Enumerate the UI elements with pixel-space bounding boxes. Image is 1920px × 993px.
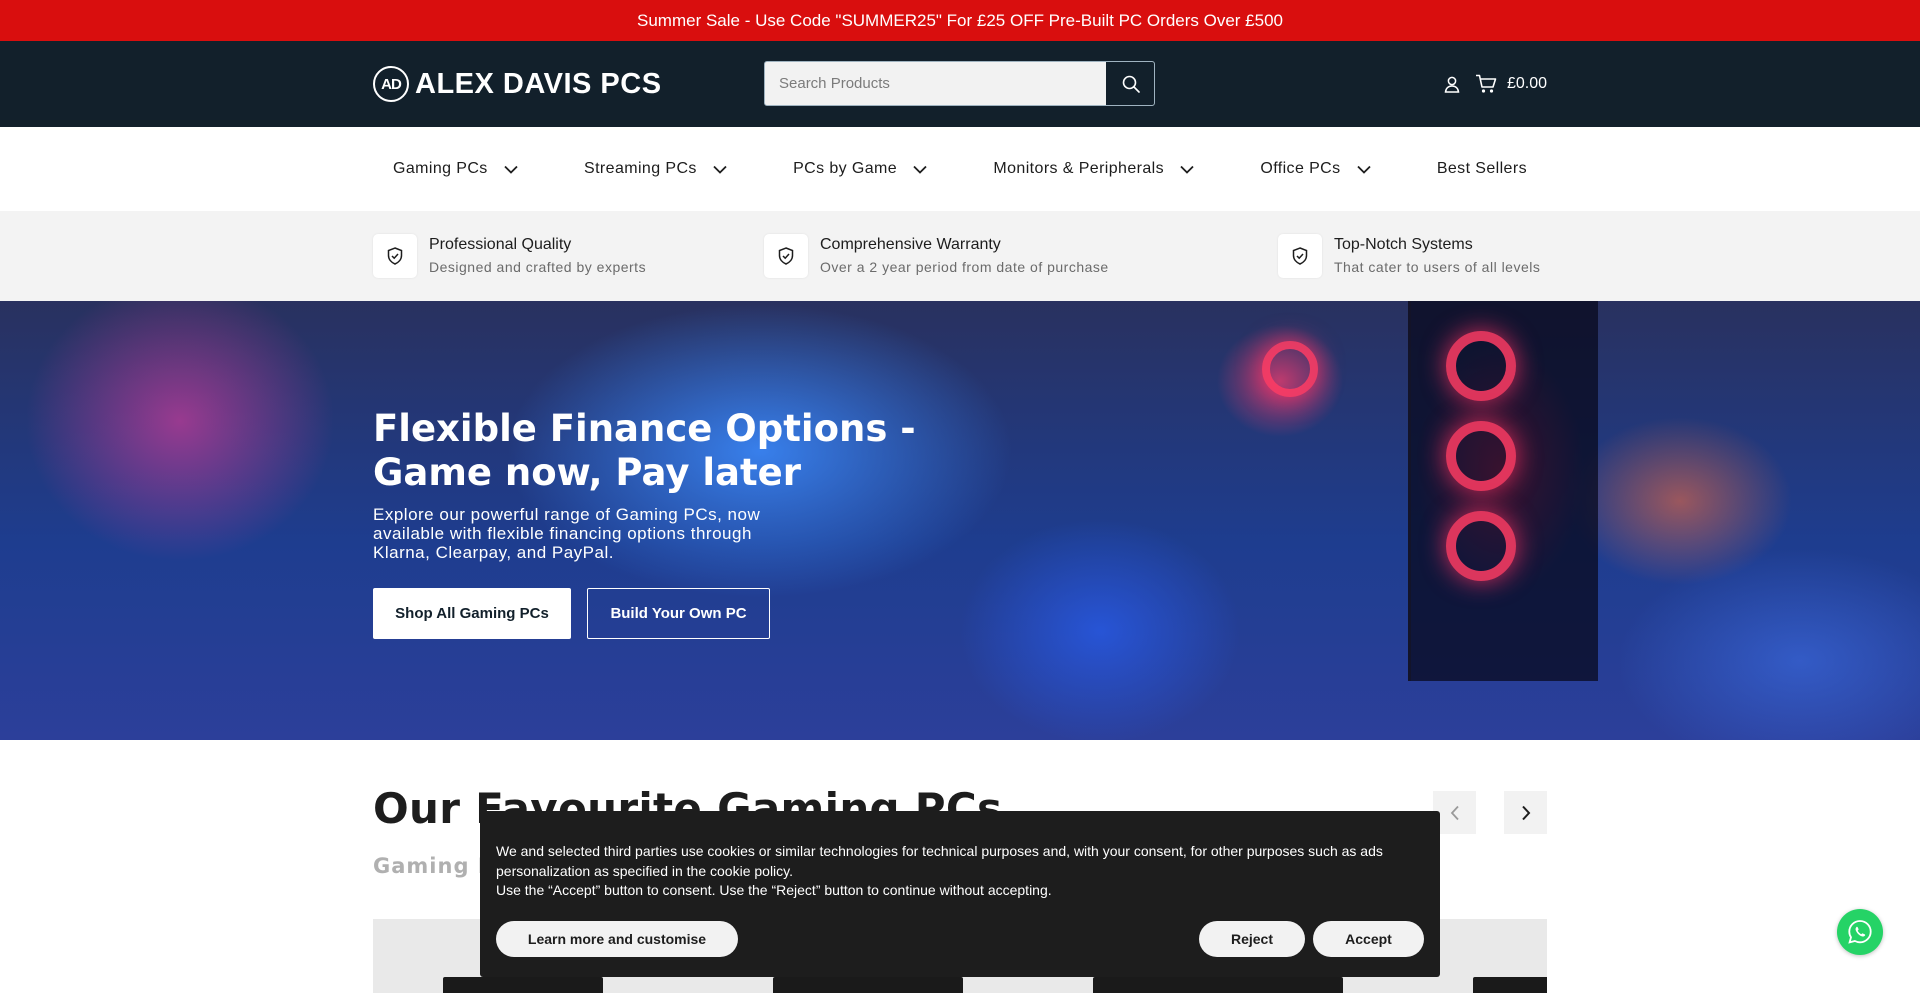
search-input[interactable] — [765, 62, 1106, 105]
chevron-down-icon — [1356, 165, 1371, 174]
usp-subtitle: That cater to users of all levels — [1334, 259, 1541, 275]
promo-bar: Summer Sale - Use Code "SUMMER25" For £2… — [0, 0, 1920, 41]
usp-item-warranty: Comprehensive Warranty Over a 2 year per… — [764, 234, 1109, 278]
shield-check-icon — [1292, 247, 1308, 265]
shop-all-gaming-pcs-button[interactable]: Shop All Gaming PCs — [373, 588, 571, 639]
nav-item-label: Monitors & Peripherals — [993, 160, 1165, 177]
usp-title: Top-Notch Systems — [1334, 236, 1473, 253]
chevron-down-icon — [504, 165, 518, 174]
chevron-right-icon — [1521, 805, 1530, 820]
whatsapp-chat-button[interactable] — [1837, 909, 1883, 955]
hero-text: Explore our powerful range of Gaming PCs… — [373, 505, 761, 562]
usp-item-systems: Top-Notch Systems That cater to users of… — [1278, 234, 1540, 278]
hero-title: Flexible Finance Options - Game now, Pay… — [373, 407, 916, 494]
nav-item-streaming-pcs[interactable]: Streaming PCs — [584, 160, 727, 178]
search-form — [764, 61, 1155, 106]
usp-title: Comprehensive Warranty — [820, 236, 1001, 253]
product-image[interactable] — [773, 977, 963, 993]
reject-button[interactable]: Reject — [1199, 921, 1305, 957]
usp-badge — [373, 234, 417, 278]
nav-item-gaming-pcs[interactable]: Gaming PCs — [393, 160, 518, 178]
usp-title: Professional Quality — [429, 236, 572, 253]
logo[interactable]: AD ALEX DAVIS PCS — [373, 66, 662, 102]
nav-item-label: PCs by Game — [793, 160, 898, 177]
whatsapp-icon — [1848, 920, 1872, 944]
cookie-text-line: We and selected third parties use cookie… — [496, 843, 1383, 879]
usp-badge — [1278, 234, 1322, 278]
section-subtitle: Gaming P — [373, 854, 495, 878]
nav-item-label: Gaming PCs — [393, 160, 488, 177]
cookie-banner: We and selected third parties use cookie… — [480, 811, 1440, 977]
learn-more-button[interactable]: Learn more and customise — [496, 921, 738, 957]
product-image[interactable] — [1093, 977, 1343, 993]
nav-item-label: Best Sellers — [1436, 160, 1527, 177]
build-your-own-pc-button[interactable]: Build Your Own PC — [587, 588, 770, 639]
hero-background-fan — [1446, 421, 1516, 491]
promo-text: Summer Sale - Use Code "SUMMER25" For £2… — [637, 10, 1283, 30]
product-image[interactable] — [1473, 977, 1547, 993]
logo-text: ALEX DAVIS PCS — [415, 67, 662, 100]
search-icon — [1122, 75, 1140, 93]
usp-item-quality: Professional Quality Designed and crafte… — [373, 234, 646, 278]
carousel-next-button[interactable] — [1504, 791, 1547, 834]
shield-check-icon — [387, 247, 403, 265]
shield-check-icon — [778, 247, 794, 265]
search-button[interactable] — [1106, 62, 1154, 105]
hero-background-fan — [1446, 511, 1516, 581]
usp-subtitle: Designed and crafted by experts — [429, 259, 647, 275]
nav-item-label: Streaming PCs — [584, 160, 697, 177]
nav-item-label: Office PCs — [1260, 160, 1341, 177]
header-actions: £0.00 — [1429, 73, 1547, 95]
chevron-left-icon — [1450, 805, 1459, 820]
chevron-down-icon — [713, 165, 727, 174]
cart-total[interactable]: £0.00 — [1507, 75, 1547, 93]
nav-item-best-sellers[interactable]: Best Sellers — [1437, 160, 1527, 178]
cookie-text-line: Use the “Accept” button to consent. Use … — [496, 882, 1052, 898]
hero-background-fan — [1446, 331, 1516, 401]
cart-icon — [1475, 74, 1497, 93]
chevron-down-icon — [913, 165, 927, 174]
account-button[interactable] — [1443, 75, 1461, 93]
nav-item-pcs-by-game[interactable]: PCs by Game — [793, 160, 927, 178]
usp-subtitle: Over a 2 year period from date of purcha… — [820, 259, 1109, 275]
nav-item-office-pcs[interactable]: Office PCs — [1260, 160, 1371, 178]
usp-strip: Professional Quality Designed and crafte… — [0, 211, 1920, 301]
main-nav: Gaming PCs Streaming PCs PCs by Game Mon… — [0, 127, 1920, 211]
hero-background-fan — [1262, 341, 1318, 397]
cookie-text: We and selected third parties use cookie… — [496, 842, 1416, 901]
product-image[interactable] — [443, 977, 603, 993]
chevron-down-icon — [1180, 165, 1194, 174]
cart-button[interactable] — [1475, 74, 1497, 94]
nav-item-monitors-peripherals[interactable]: Monitors & Peripherals — [993, 160, 1194, 178]
site-header: AD ALEX DAVIS PCS £0.00 — [0, 41, 1920, 127]
logo-mark-icon: AD — [373, 66, 409, 102]
hero-banner: Flexible Finance Options - Game now, Pay… — [0, 301, 1920, 740]
account-icon — [1444, 76, 1460, 93]
usp-badge — [764, 234, 808, 278]
accept-button[interactable]: Accept — [1313, 921, 1424, 957]
